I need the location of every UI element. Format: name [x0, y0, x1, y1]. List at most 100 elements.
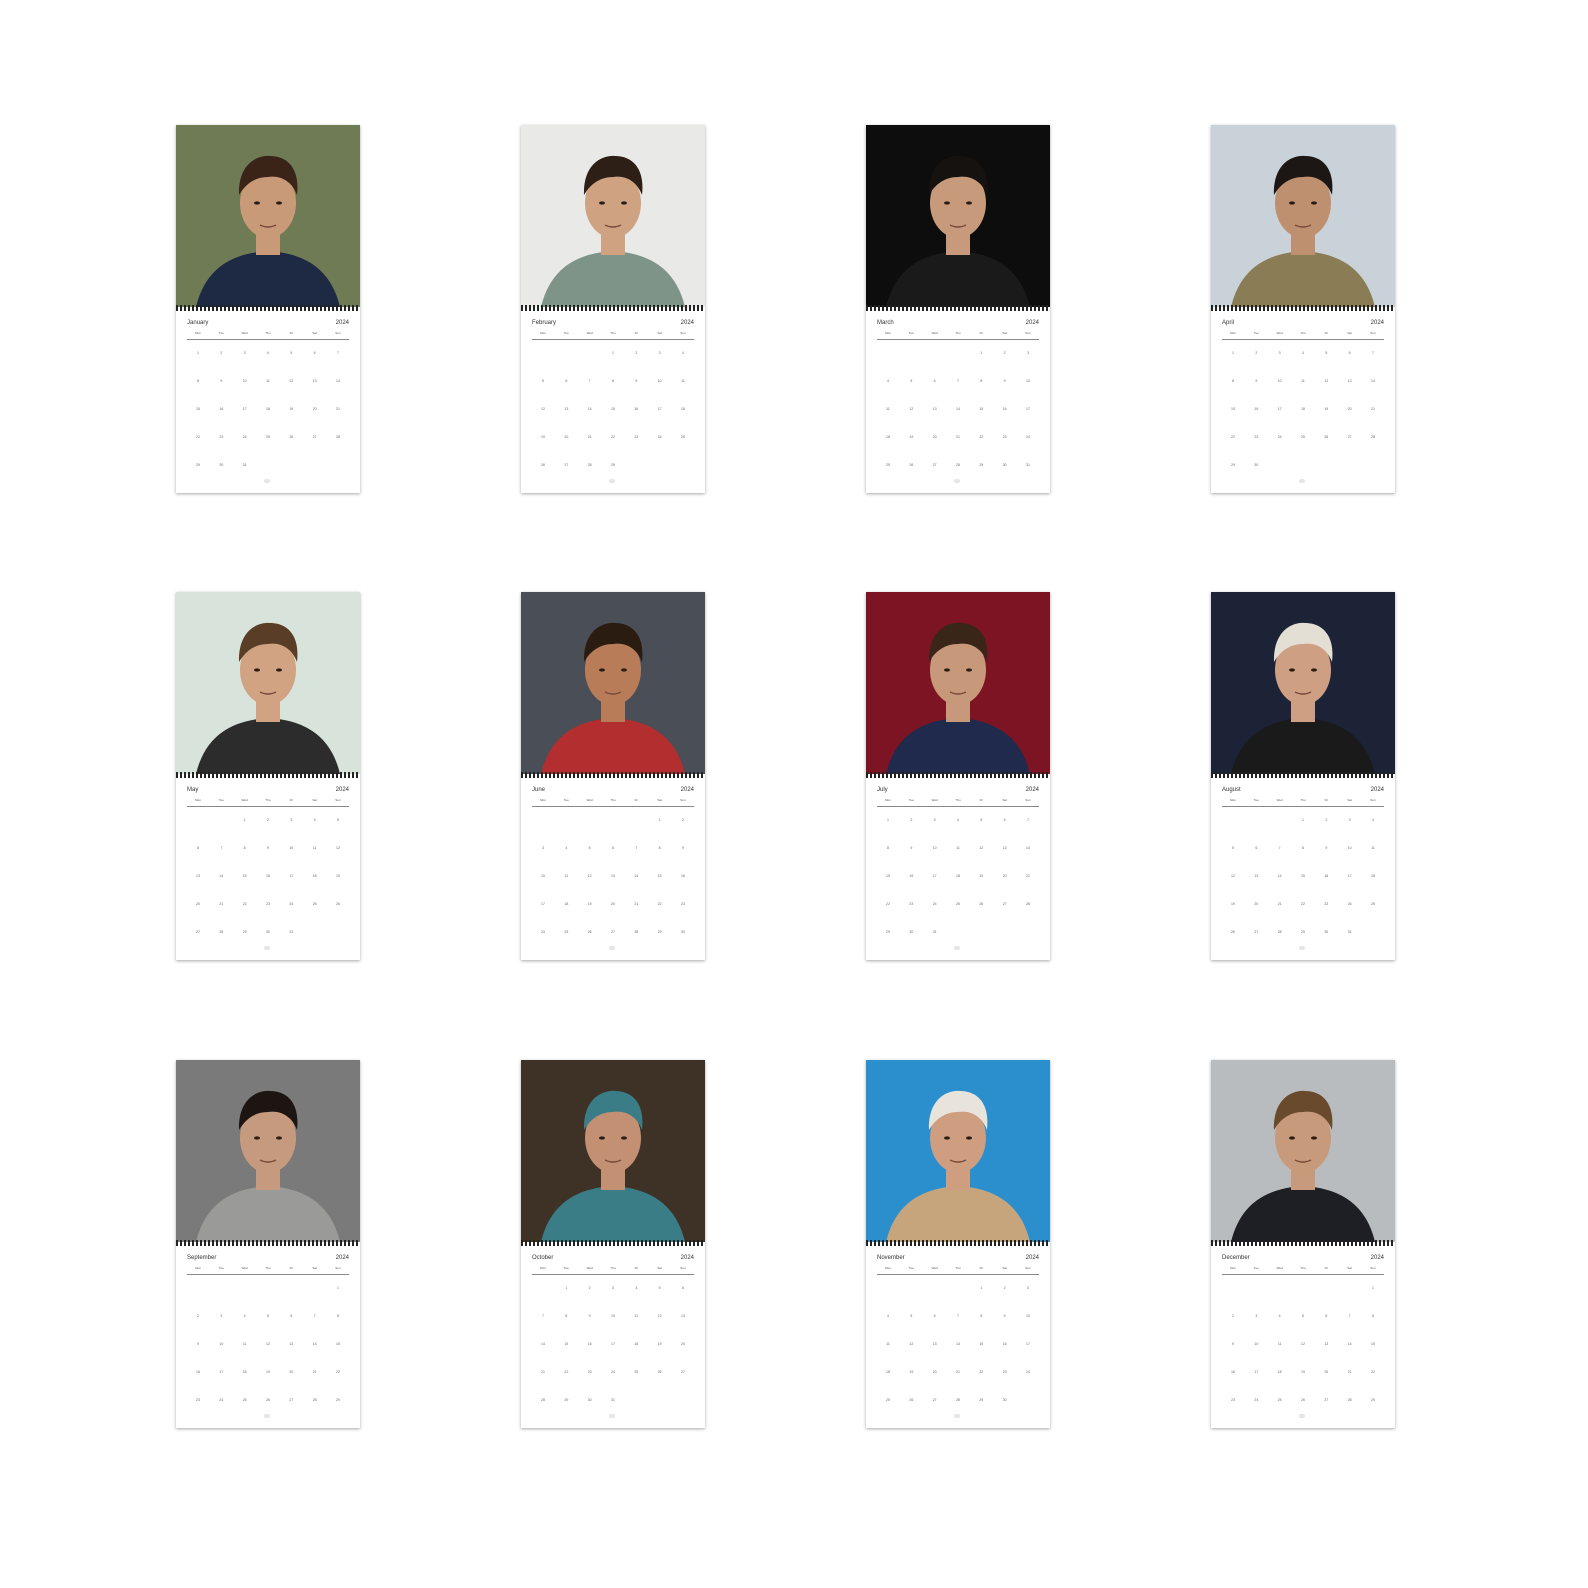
day-cell: 18 [1277, 1370, 1282, 1374]
day-cell: 10 [219, 1342, 224, 1346]
calendar-page-june[interactable]: June 2024 Mon Tue Wed Thu Fri Sat Sun 1 2 3 4 5 6 7 8 9 10… [521, 592, 705, 960]
week-row: 5 6 7 8 9 10 11 [1222, 846, 1384, 874]
day-cell: 15 [1301, 874, 1305, 878]
day-cell: 6 [612, 846, 614, 850]
month-name: July [877, 787, 888, 793]
day-cell [1362, 930, 1384, 958]
weekday-label: Mon [195, 798, 201, 802]
day-cell: 8 [612, 379, 614, 383]
day-cell: 2 [1325, 818, 1328, 822]
day-cell: 27 [1347, 435, 1352, 439]
day-cell: 12 [541, 407, 545, 411]
day-cell [1269, 818, 1291, 846]
day-cell: 6 [681, 1286, 684, 1290]
day-cell: 27 [611, 930, 615, 934]
day-cell: 22 [886, 902, 890, 906]
weekday-header: Mon Tue Wed Thu Fri Sat Sun [187, 798, 349, 807]
month-name: June [532, 787, 546, 793]
weekday-label: Mon [540, 331, 546, 335]
day-cell [1245, 818, 1267, 846]
year-label: 2024 [680, 320, 694, 326]
footer-mark [609, 946, 615, 950]
day-cell: 7 [336, 351, 339, 355]
weekday-label: Sun [1025, 1266, 1031, 1270]
day-cell: 28 [336, 435, 340, 439]
day-cell: 7 [1026, 818, 1029, 822]
day-cell: 5 [1302, 1314, 1304, 1318]
day-cell: 21 [1277, 902, 1282, 906]
day-cell: 29 [1301, 930, 1305, 934]
calendar-page-december[interactable]: December 2024 Mon Tue Wed Thu Fri Sat Sun 1 2 3 4 5 6 7… [1211, 1060, 1395, 1428]
calendar-page-july[interactable]: July 2024 Mon Tue Wed Thu Fri Sat Sun 1 2 3 4 5 6 7 8 9 10… [866, 592, 1050, 960]
day-cell: 1 [980, 351, 983, 355]
calendar-page-october[interactable]: October 2024 Mon Tue Wed Thu Fri Sat Sun 1 2 3 4 5 6 7 8… [521, 1060, 705, 1428]
day-cell: 6 [1348, 351, 1351, 355]
week-row: 9 10 11 12 13 14 15 [1222, 1342, 1384, 1370]
day-cell: 18 [564, 902, 569, 906]
day-cell: 10 [1254, 1342, 1259, 1346]
calendar-page-september[interactable]: September 2024 Mon Tue Wed Thu Fri Sat Sun 1 2 3 4 5 6… [176, 1060, 360, 1428]
weekday-label: Sat [1347, 331, 1352, 335]
month-name: February [532, 320, 557, 326]
day-cell: 13 [932, 1342, 937, 1346]
day-cell: 18 [886, 435, 890, 439]
calendar-photo [176, 592, 360, 774]
day-cell: 12 [1324, 379, 1329, 383]
month-name: November [877, 1255, 905, 1261]
weekday-label: Sun [335, 798, 341, 802]
day-grid: 1 2 3 4 5 6 7 8 9 10 11 12 13 14 15 16 17 18 19 20 21 22 23 24 2… [1222, 1286, 1384, 1426]
day-cell [649, 1398, 671, 1426]
day-cell: 30 [1324, 930, 1329, 934]
day-grid: 1 2 3 4 5 6 7 8 9 10 11 12 13 14 15 16 17 18 19 20 21 22 23 24 2… [877, 1286, 1039, 1426]
day-cell: 18 [886, 1370, 890, 1374]
calendar-page-march[interactable]: March 2024 Mon Tue Wed Thu Fri Sat Sun 1 2 3 4 5 6 7 8 9 1… [866, 125, 1050, 493]
day-grid: 1 2 3 4 5 6 7 8 9 10 11 12 13 14 15 16 17 18 19 20 21 22 23 24 2… [1222, 818, 1384, 958]
calendar-page-february[interactable]: February 2024 Mon Tue Wed Thu Fri Sat Sun 1 2 3 4 5 6 7… [521, 125, 705, 493]
day-cell: 12 [909, 1342, 914, 1346]
weekday-label: Wed [241, 798, 248, 802]
day-cell: 13 [1254, 874, 1259, 878]
day-cell: 24 [1277, 435, 1282, 439]
day-cell: 4 [313, 818, 316, 822]
day-cell: 27 [1324, 1398, 1329, 1402]
weekday-label: Wed [586, 1266, 593, 1270]
day-cell: 3 [542, 846, 544, 850]
week-row: 1 [187, 1286, 349, 1314]
day-cell: 18 [242, 1370, 247, 1374]
day-cell [1292, 1286, 1314, 1314]
week-row: 25 26 27 28 29 30 [877, 1398, 1039, 1426]
day-cell: 15 [336, 1342, 340, 1346]
calendar-page-may[interactable]: May 2024 Mon Tue Wed Thu Fri Sat Sun 1 2 3 4 5 6 7 8 9 10 1… [176, 592, 360, 960]
day-cell: 22 [979, 1370, 984, 1374]
day-cell: 5 [267, 1314, 269, 1318]
week-row: 15 16 17 18 19 20 21 [877, 874, 1039, 902]
day-cell: 26 [336, 902, 340, 906]
calendar-page-august[interactable]: August 2024 Mon Tue Wed Thu Fri Sat Sun 1 2 3 4 5 6 7 8 9… [1211, 592, 1395, 960]
day-cell: 1 [1232, 351, 1234, 355]
day-cell: 29 [886, 930, 890, 934]
calendar-page-january[interactable]: January 2024 Mon Tue Wed Thu Fri Sat Sun 1 2 3 4 5 6 7 8… [176, 125, 360, 493]
day-cell: 17 [611, 1342, 615, 1346]
calendar-page-april[interactable]: April 2024 Mon Tue Wed Thu Fri Sat Sun 1 2 3 4 5 6 7 8 9 1… [1211, 125, 1395, 493]
day-cell: 9 [197, 1342, 199, 1346]
day-cell: 23 [266, 902, 270, 906]
day-cell: 19 [1301, 1370, 1305, 1374]
day-cell: 24 [1347, 902, 1352, 906]
week-row: 12 13 14 15 16 17 18 [532, 407, 694, 435]
day-cell: 19 [979, 874, 984, 878]
day-cell: 19 [1231, 902, 1235, 906]
day-cell: 5 [290, 351, 293, 355]
day-cell: 20 [289, 1370, 294, 1374]
day-cell [649, 463, 671, 491]
day-cell: 28 [634, 930, 639, 934]
day-cell: 4 [267, 351, 269, 355]
day-cell: 3 [243, 351, 246, 355]
day-cell: 10 [657, 379, 662, 383]
day-cell: 13 [289, 1342, 294, 1346]
calendar-page-november[interactable]: November 2024 Mon Tue Wed Thu Fri Sat Sun 1 2 3 4 5 6 7… [866, 1060, 1050, 1428]
day-cell: 16 [1002, 1342, 1007, 1346]
calendar-sheet: February 2024 Mon Tue Wed Thu Fri Sat Sun 1 2 3 4 5 6 7… [521, 311, 705, 493]
day-cell [532, 818, 554, 846]
day-cell: 14 [219, 874, 224, 878]
calendar-preview-grid: January 2024 Mon Tue Wed Thu Fri Sat Sun 1 2 3 4 5 6 7 8… [0, 0, 1588, 1588]
